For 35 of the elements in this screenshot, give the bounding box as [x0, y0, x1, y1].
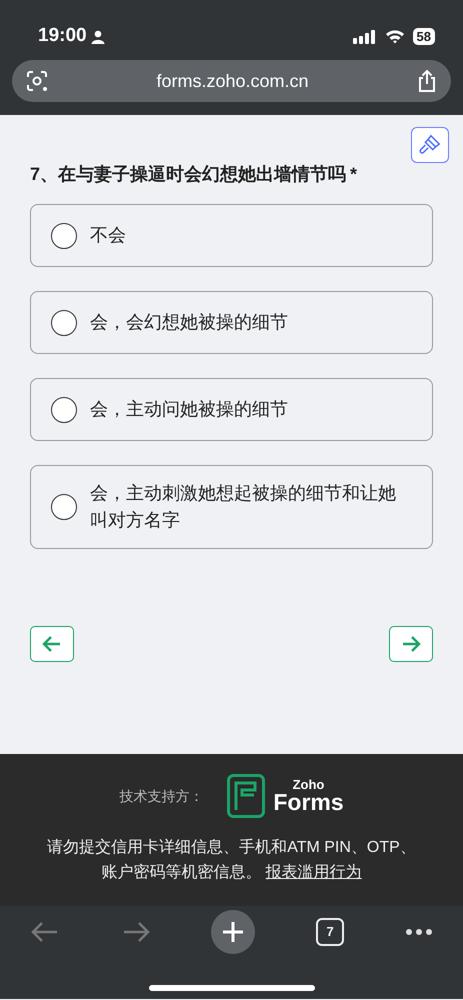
share-icon[interactable] [417, 69, 437, 93]
radio-button[interactable] [51, 494, 77, 520]
notice-text: 请勿提交信用卡详细信息、手机和ATM PIN、OTP、账户密码等机密信息。 报表滥用行为 [46, 838, 417, 883]
option-button[interactable]: 会，主动问她被操的细节 [30, 378, 433, 441]
lens-icon[interactable] [26, 70, 48, 92]
new-tab-button[interactable] [211, 910, 256, 954]
next-button[interactable] [389, 626, 433, 662]
question-text: 7、在与妻子操逼时会幻想她出墙情节吗 [30, 163, 346, 186]
person-icon [90, 30, 105, 44]
option-button[interactable]: 会，主动刺激她想起被操的细节和让她叫对方名字 [30, 465, 433, 549]
radio-button[interactable] [51, 396, 77, 422]
required-mark: * [350, 163, 358, 186]
option-button[interactable]: 不会 [30, 204, 433, 267]
powered-by-label: 技术支持方： [119, 786, 204, 806]
url-text: forms.zoho.com.cn [156, 70, 309, 92]
forms-logo-icon [227, 774, 266, 818]
more-icon[interactable] [404, 928, 433, 936]
status-time: 19:00 [38, 24, 87, 48]
signal-icon [352, 30, 377, 44]
paintbrush-button[interactable] [411, 127, 449, 163]
logo-text: Forms [273, 791, 344, 814]
report-link[interactable]: 报表滥用行为 [266, 864, 362, 881]
zoho-forms-logo[interactable]: Zoho Forms [227, 774, 344, 818]
battery-indicator: 58 [412, 28, 435, 45]
radio-button[interactable] [51, 310, 77, 336]
arrow-right-icon [401, 635, 421, 653]
previous-button[interactable] [30, 626, 74, 662]
logo-text: Zoho [292, 778, 326, 791]
address-bar[interactable]: forms.zoho.com.cn [12, 60, 451, 102]
arrow-left-icon [42, 635, 62, 653]
option-button[interactable]: 会，会幻想她被操的细节 [30, 291, 433, 354]
tab-count-button[interactable]: 7 [316, 918, 344, 946]
plus-icon [222, 921, 244, 943]
radio-button[interactable] [51, 222, 77, 248]
wifi-icon [384, 29, 405, 44]
